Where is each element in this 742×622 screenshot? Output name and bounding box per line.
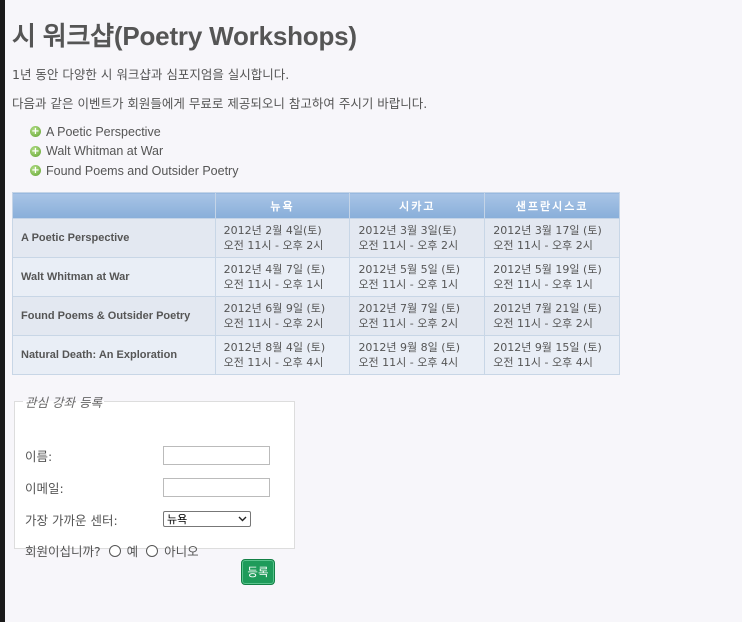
window-edge (0, 0, 5, 622)
form-legend: 관심 강좌 등록 (25, 395, 102, 410)
intro-text-1: 1년 동안 다양한 시 워크샵과 심포지엄을 실시합니다. (12, 67, 290, 82)
session-date: 2012년 7월 7일 (토) (358, 302, 460, 315)
member-label: 회원이십니까? (25, 544, 101, 559)
session-time: 오전 11시 - 오후 2시 (358, 239, 459, 252)
session-cell: 2012년 5월 5일 (토) 오전 11시 - 오후 1시 (349, 257, 486, 297)
header-chicago: 시카고 (349, 192, 486, 219)
center-selected-value: 뉴욕 (167, 514, 188, 526)
name-label: 이름: (25, 449, 53, 464)
table-row: Natural Death: An Exploration 2012년 8월 4… (12, 335, 620, 375)
session-cell: 2012년 7월 7일 (토) 오전 11시 - 오후 2시 (349, 296, 486, 336)
center-row: 가장 가까운 센터: (25, 510, 118, 529)
intro-text-2: 다음과 같은 이벤트가 회원들에게 무료로 제공되오니 참고하여 주시기 바랍니… (12, 96, 428, 111)
session-date: 2012년 3월 17일 (토) (493, 224, 602, 237)
event-list-label: A Poetic Perspective (46, 124, 161, 139)
event-name: A Poetic Perspective (12, 218, 216, 258)
table-row: Found Poems & Outsider Poetry 2012년 6월 9… (12, 296, 620, 336)
session-date: 2012년 9월 8일 (토) (358, 341, 460, 354)
registration-form: 관심 강좌 등록 이름: 이메일: 가장 가까운 센터: 뉴욕 회원이십니까? … (14, 392, 295, 559)
header-corner (12, 192, 216, 219)
plus-bullet-icon: + (30, 145, 41, 157)
center-select[interactable]: 뉴욕 (163, 511, 251, 527)
member-no-label: 아니오 (164, 544, 199, 559)
session-cell: 2012년 6월 9일 (토) 오전 11시 - 오후 2시 (214, 296, 351, 336)
table-row: A Poetic Perspective 2012년 2월 4일(토) 오전 11… (12, 218, 620, 258)
session-cell: 2012년 3월 17일 (토) 오전 11시 - 오후 2시 (484, 218, 620, 258)
session-time: 오전 11시 - 오후 4시 (223, 356, 324, 369)
header-san-francisco: 샌프란시스코 (484, 192, 620, 219)
event-list-label: Walt Whitman at War (46, 144, 164, 159)
session-time: 오전 11시 - 오후 2시 (493, 239, 593, 252)
session-time: 오전 11시 - 오후 4시 (493, 356, 593, 369)
session-date: 2012년 5월 5일 (토) (358, 263, 460, 276)
session-date: 2012년 2월 4일(토) (223, 224, 322, 237)
list-item: + A Poetic Perspective (30, 122, 238, 142)
schedule-table: 뉴욕 시카고 샌프란시스코 A Poetic Perspective 2012년… (12, 192, 620, 375)
table-row: Walt Whitman at War 2012년 4월 7일 (토) 오전 11… (12, 257, 620, 297)
session-time: 오전 11시 - 오후 4시 (358, 356, 459, 369)
plus-bullet-icon: + (30, 126, 41, 138)
session-time: 오전 11시 - 오후 1시 (223, 278, 324, 291)
email-field[interactable] (163, 478, 270, 497)
session-cell: 2012년 9월 15일 (토) 오전 11시 - 오후 4시 (484, 335, 620, 375)
session-time: 오전 11시 - 오후 2시 (223, 239, 324, 252)
session-time: 오전 11시 - 오후 2시 (493, 317, 593, 330)
email-row: 이메일: (25, 478, 64, 497)
list-item: + Found Poems and Outsider Poetry (30, 161, 238, 181)
session-time: 오전 11시 - 오후 1시 (493, 278, 593, 291)
email-label: 이메일: (25, 481, 64, 496)
center-label: 가장 가까운 센터: (25, 513, 118, 528)
session-date: 2012년 3월 3일(토) (358, 224, 457, 237)
session-cell: 2012년 5월 19일 (토) 오전 11시 - 오후 1시 (484, 257, 620, 297)
page-title: 시 워크샵(Poetry Workshops) (12, 21, 357, 51)
session-date: 2012년 6월 9일 (토) (223, 302, 326, 315)
member-no-radio[interactable] (146, 544, 159, 557)
session-time: 오전 11시 - 오후 2시 (358, 317, 459, 330)
event-list: + A Poetic Perspective + Walt Whitman at W… (30, 122, 238, 181)
session-cell: 2012년 7월 21일 (토) 오전 11시 - 오후 2시 (484, 296, 620, 336)
table-header-row: 뉴욕 시카고 샌프란시스코 (12, 192, 620, 219)
header-new-york: 뉴욕 (214, 192, 351, 219)
event-name: Found Poems & Outsider Poetry (12, 296, 216, 336)
session-time: 오전 11시 - 오후 2시 (223, 317, 324, 330)
name-field[interactable] (163, 446, 270, 465)
session-date: 2012년 8월 4일 (토) (223, 341, 326, 354)
plus-bullet-icon: + (30, 165, 41, 177)
session-date: 2012년 7월 21일 (토) (493, 302, 602, 315)
session-cell: 2012년 4월 7일 (토) 오전 11시 - 오후 1시 (214, 257, 351, 297)
session-date: 2012년 4월 7일 (토) (223, 263, 326, 276)
chevron-down-icon (238, 516, 247, 522)
event-name: Walt Whitman at War (12, 257, 216, 297)
event-list-label: Found Poems and Outsider Poetry (46, 163, 239, 178)
member-yes-label: 예 (126, 544, 139, 559)
member-row: 회원이십니까? 예 아니오 (25, 541, 199, 560)
session-date: 2012년 9월 15일 (토) (493, 341, 602, 354)
name-row: 이름: (25, 446, 52, 465)
event-name: Natural Death: An Exploration (12, 335, 216, 375)
session-cell: 2012년 9월 8일 (토) 오전 11시 - 오후 4시 (349, 335, 486, 375)
submit-button[interactable]: 등록 (241, 559, 275, 585)
list-item: + Walt Whitman at War (30, 142, 238, 162)
session-date: 2012년 5월 19일 (토) (493, 263, 602, 276)
session-time: 오전 11시 - 오후 1시 (358, 278, 459, 291)
session-cell: 2012년 2월 4일(토) 오전 11시 - 오후 2시 (214, 218, 351, 258)
session-cell: 2012년 3월 3일(토) 오전 11시 - 오후 2시 (349, 218, 486, 258)
session-cell: 2012년 8월 4일 (토) 오전 11시 - 오후 4시 (214, 335, 351, 375)
member-yes-radio[interactable] (108, 544, 121, 557)
